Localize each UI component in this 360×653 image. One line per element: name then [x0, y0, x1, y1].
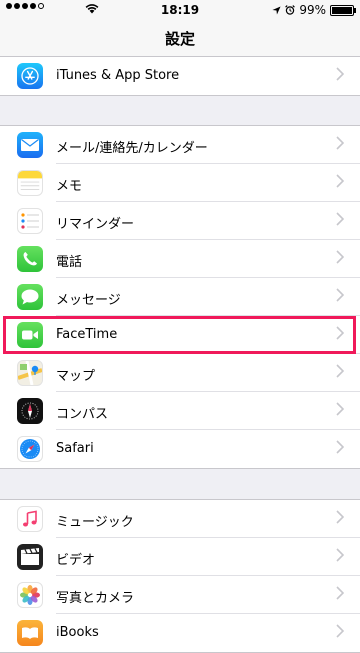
settings-row-label: 写真とカメラ — [56, 591, 135, 606]
music-icon — [17, 506, 43, 532]
location-arrow-icon — [272, 5, 281, 15]
alarm-icon — [285, 5, 296, 15]
settings-row-messages[interactable]: メッセージ — [0, 278, 360, 316]
settings-row-label: iBooks — [56, 625, 99, 640]
status-bar: 18:19 99% — [0, 0, 360, 20]
chevron-right-icon — [336, 402, 344, 416]
settings-row-label: ビデオ — [56, 553, 96, 568]
chevron-right-icon — [336, 586, 344, 600]
compass-icon — [17, 398, 43, 424]
chevron-right-icon — [336, 288, 344, 302]
chevron-right-icon — [336, 212, 344, 226]
settings-group-media: ミュージック ビデオ 写真とカメラ iBooks — [0, 499, 360, 653]
chevron-right-icon — [336, 364, 344, 378]
ibooks-icon — [17, 620, 43, 646]
settings-row-label: マップ — [56, 369, 96, 384]
reminders-icon — [17, 208, 43, 234]
photos-icon — [17, 582, 43, 608]
settings-group-store: iTunes & App Store — [0, 56, 360, 96]
safari-icon — [17, 436, 43, 462]
chevron-right-icon — [336, 510, 344, 524]
chevron-right-icon — [336, 136, 344, 150]
settings-row-label: ミュージック — [56, 515, 134, 530]
notes-icon — [17, 170, 43, 196]
settings-row-label: 電話 — [56, 255, 83, 270]
settings-row-facetime[interactable]: FaceTime — [0, 316, 360, 354]
app-store-icon — [17, 63, 43, 89]
settings-group-apps: メール/連絡先/カレンダー メモ リマインダー 電話 メッセージ FaceTim… — [0, 125, 360, 469]
settings-row-photos-camera[interactable]: 写真とカメラ — [0, 576, 360, 614]
settings-row-label: メッセージ — [56, 293, 121, 308]
settings-row-label: メモ — [56, 179, 83, 194]
phone-icon — [17, 246, 43, 272]
battery-percent: 99% — [299, 3, 326, 17]
settings-row-videos[interactable]: ビデオ — [0, 538, 360, 576]
settings-row-safari[interactable]: Safari — [0, 430, 360, 468]
settings-row-label: メール/連絡先/カレンダー — [56, 141, 208, 156]
chevron-right-icon — [336, 326, 344, 340]
mail-icon — [17, 132, 43, 158]
settings-row-itunes-app-store[interactable]: iTunes & App Store — [0, 57, 360, 95]
battery-icon — [330, 4, 356, 16]
chevron-right-icon — [336, 174, 344, 188]
videos-icon — [17, 544, 43, 570]
chevron-right-icon — [336, 440, 344, 454]
settings-row-ibooks[interactable]: iBooks — [0, 614, 360, 652]
settings-row-music[interactable]: ミュージック — [0, 500, 360, 538]
chevron-right-icon — [336, 250, 344, 264]
messages-icon — [17, 284, 43, 310]
settings-row-label: FaceTime — [56, 327, 118, 342]
chevron-right-icon — [336, 67, 344, 81]
maps-icon — [17, 360, 43, 386]
settings-row-maps[interactable]: マップ — [0, 354, 360, 392]
settings-row-label: Safari — [56, 441, 94, 456]
settings-row-compass[interactable]: コンパス — [0, 392, 360, 430]
settings-row-label: コンパス — [56, 407, 109, 422]
chevron-right-icon — [336, 624, 344, 638]
settings-row-label: リマインダー — [56, 217, 135, 232]
settings-row-label: iTunes & App Store — [56, 68, 180, 83]
settings-row-reminders[interactable]: リマインダー — [0, 202, 360, 240]
facetime-icon — [17, 322, 43, 348]
settings-row-notes[interactable]: メモ — [0, 164, 360, 202]
page-title: 設定 — [164, 30, 195, 48]
settings-row-phone[interactable]: 電話 — [0, 240, 360, 278]
settings-row-mail-contacts-calendars[interactable]: メール/連絡先/カレンダー — [0, 126, 360, 164]
navigation-bar: 設定 — [0, 20, 360, 57]
chevron-right-icon — [336, 548, 344, 562]
